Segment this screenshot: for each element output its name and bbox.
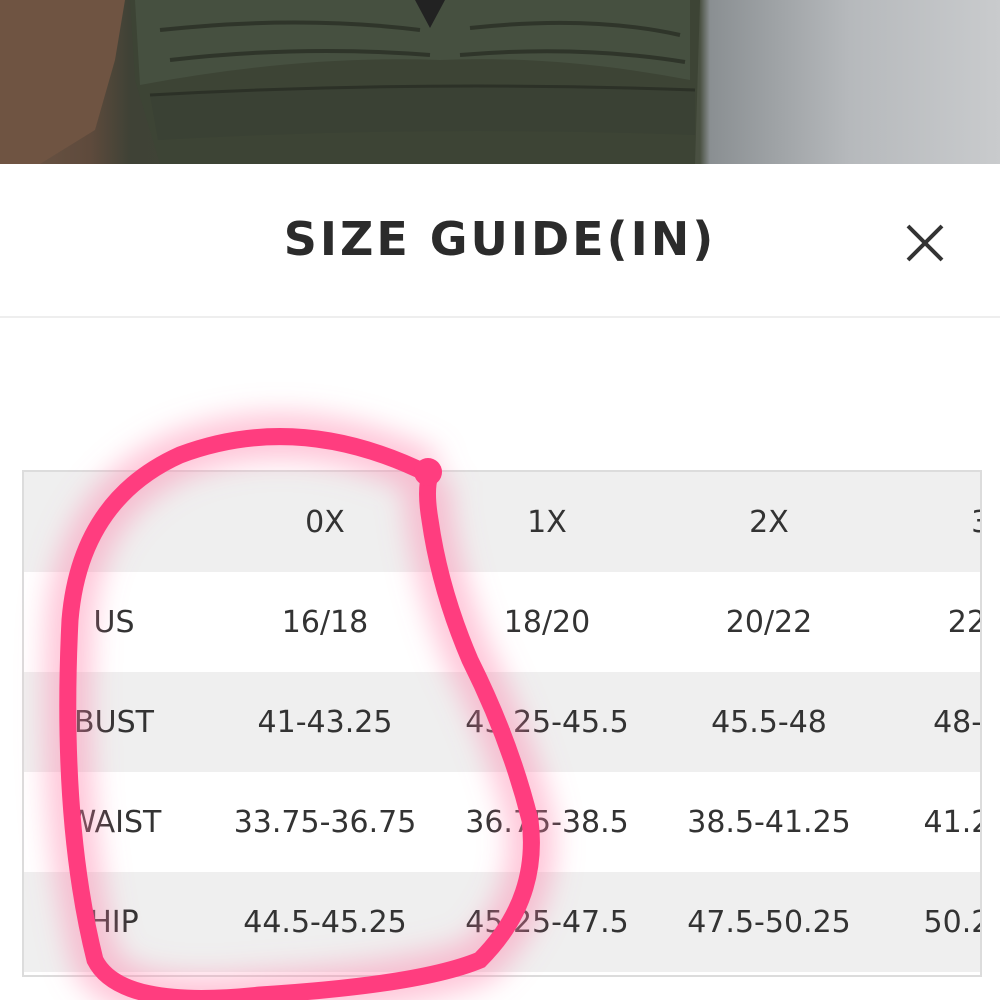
table-cell: 33.75-36.75: [214, 772, 436, 872]
table-cell: 47.5-50.25: [658, 872, 880, 972]
table-cell: 44.5-45.25: [214, 872, 436, 972]
product-photo: [0, 0, 1000, 164]
table-cell: 16/18: [214, 572, 436, 672]
row-label: BUST: [24, 672, 214, 772]
table-row: HIP 44.5-45.25 45.25-47.5 47.5-50.25 50.…: [24, 872, 980, 972]
size-table: 0X 1X 2X 3X US 16/18 18/20 20/22 22/24 B…: [22, 470, 982, 977]
table-cell: 36.75-38.5: [436, 772, 658, 872]
table-cell: 43.25-45.5: [436, 672, 658, 772]
table-cell: 41-43.25: [214, 672, 436, 772]
header-cell: 1X: [436, 472, 658, 572]
table-cell: 45.25-47.5: [436, 872, 658, 972]
table-cell: 22/24: [880, 572, 980, 672]
close-button[interactable]: [900, 218, 950, 268]
header-cell: 3X: [880, 472, 980, 572]
table-cell: 45.5-48: [658, 672, 880, 772]
row-label: HIP: [24, 872, 214, 972]
table-row: WAIST 33.75-36.75 36.75-38.5 38.5-41.25 …: [24, 772, 980, 872]
row-label: US: [24, 572, 214, 672]
table-header-row: 0X 1X 2X 3X: [24, 472, 980, 572]
modal-header: SIZE GUIDE(IN): [0, 164, 1000, 318]
header-cell: [24, 472, 214, 572]
close-icon: [906, 224, 944, 262]
table-cell: 38.5-41.25: [658, 772, 880, 872]
modal-title: SIZE GUIDE(IN): [283, 212, 717, 266]
table-cell: 50.25-53: [880, 872, 980, 972]
header-cell: 2X: [658, 472, 880, 572]
header-cell: 0X: [214, 472, 436, 572]
table-cell: 48-50.5: [880, 672, 980, 772]
table-cell: 41.25-44: [880, 772, 980, 872]
table-cell: 20/22: [658, 572, 880, 672]
table-cell: 18/20: [436, 572, 658, 672]
table-row: US 16/18 18/20 20/22 22/24: [24, 572, 980, 672]
table-row: BUST 41-43.25 43.25-45.5 45.5-48 48-50.5: [24, 672, 980, 772]
row-label: WAIST: [24, 772, 214, 872]
